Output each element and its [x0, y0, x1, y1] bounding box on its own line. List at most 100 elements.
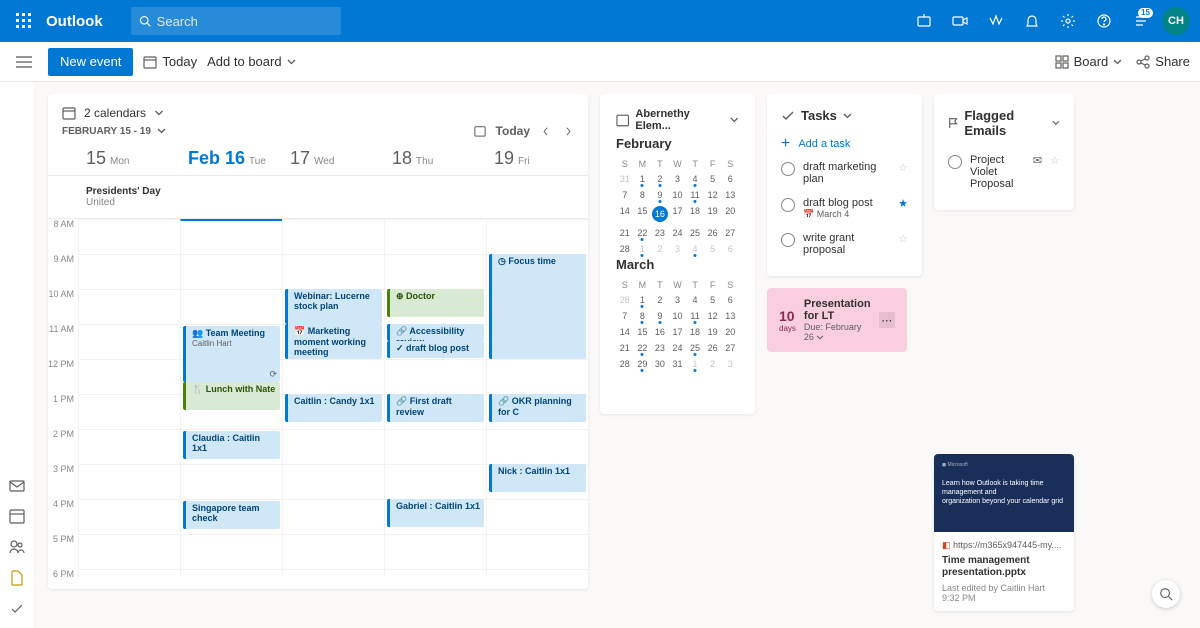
- calendar-day[interactable]: 21: [616, 340, 634, 356]
- calendar-day[interactable]: 2: [651, 241, 669, 257]
- files-icon[interactable]: [11, 570, 23, 586]
- zoom-icon[interactable]: [1152, 580, 1180, 608]
- add-task-button[interactable]: + Add a task: [781, 133, 908, 155]
- calendar-day[interactable]: 24: [669, 340, 687, 356]
- calendar-day[interactable]: 16: [651, 203, 669, 225]
- calendar-day[interactable]: 3: [721, 356, 739, 372]
- calendar-day[interactable]: 18: [686, 324, 704, 340]
- complete-circle[interactable]: [781, 162, 795, 176]
- calendar-day[interactable]: 3: [669, 292, 687, 308]
- calendar-day[interactable]: 28: [616, 356, 634, 372]
- calendar-day[interactable]: 5: [704, 241, 722, 257]
- calendar-day[interactable]: 3: [669, 241, 687, 257]
- calendar-day[interactable]: 4: [686, 292, 704, 308]
- calendar-day[interactable]: 20: [721, 203, 739, 225]
- calendar-day[interactable]: 8: [634, 187, 652, 203]
- calendar-event[interactable]: Singapore team check: [183, 501, 280, 529]
- chevron-down-icon[interactable]: [816, 335, 824, 340]
- calendar-day[interactable]: 1: [686, 356, 704, 372]
- calendar-day[interactable]: 19: [704, 203, 722, 225]
- calendar-day[interactable]: 13: [721, 187, 739, 203]
- calendar-day[interactable]: 27: [721, 225, 739, 241]
- calendar-day[interactable]: 1: [634, 292, 652, 308]
- calendar-day[interactable]: 11: [686, 187, 704, 203]
- mail-action-icon[interactable]: ✉: [1033, 154, 1042, 167]
- complete-circle[interactable]: [948, 155, 962, 169]
- calendar-day[interactable]: 15: [634, 203, 652, 225]
- calendar-rail-icon[interactable]: [9, 508, 25, 524]
- calendar-day[interactable]: 30: [651, 356, 669, 372]
- calendar-day[interactable]: 5: [704, 292, 722, 308]
- task-item[interactable]: draft marketing plan☆: [781, 155, 908, 191]
- calendar-day[interactable]: 19: [704, 324, 722, 340]
- calendar-day[interactable]: 23: [651, 225, 669, 241]
- calendar-event[interactable]: 🔗 Accessibility review: [387, 324, 484, 341]
- teams-icon[interactable]: [908, 5, 940, 37]
- todo-icon[interactable]: [10, 602, 24, 616]
- premium-icon[interactable]: [980, 5, 1012, 37]
- chevron-down-icon[interactable]: [843, 113, 852, 119]
- meet-now-icon[interactable]: [944, 5, 976, 37]
- calendar-day[interactable]: 27: [721, 340, 739, 356]
- app-launcher-icon[interactable]: [8, 5, 40, 37]
- calendar-day[interactable]: 22: [634, 340, 652, 356]
- calendar-day[interactable]: 26: [704, 225, 722, 241]
- task-item[interactable]: write grant proposal☆: [781, 226, 908, 262]
- calendar-day[interactable]: 14: [616, 324, 634, 340]
- calendar-day[interactable]: 25: [686, 225, 704, 241]
- calendar-day[interactable]: 6: [721, 171, 739, 187]
- calendar-day[interactable]: 10: [669, 187, 687, 203]
- board-view-button[interactable]: Board: [1055, 54, 1123, 69]
- allday-event[interactable]: Presidents' Day United: [78, 180, 180, 214]
- star-icon[interactable]: ★: [898, 197, 908, 210]
- calendar-day[interactable]: 2: [651, 292, 669, 308]
- calendar-day[interactable]: 24: [669, 225, 687, 241]
- calendar-picker[interactable]: 2 calendars: [84, 106, 146, 120]
- star-icon[interactable]: ☆: [898, 161, 908, 174]
- calendar-event[interactable]: Caitlin : Candy 1x1: [285, 394, 382, 422]
- calendar-day[interactable]: 9: [651, 308, 669, 324]
- calendar-day[interactable]: 26: [704, 340, 722, 356]
- calendar-day[interactable]: 14: [616, 203, 634, 225]
- calendar-day[interactable]: 31: [616, 171, 634, 187]
- calendar-event[interactable]: 📅 Marketing moment working meeting: [285, 324, 382, 359]
- day-column[interactable]: ◷ Focus time🔗 OKR planning for CNick : C…: [486, 219, 588, 577]
- nav-toggle-icon[interactable]: [10, 48, 38, 76]
- star-icon[interactable]: ☆: [1050, 154, 1060, 167]
- calendar-day[interactable]: 21: [616, 225, 634, 241]
- calendar-day[interactable]: 6: [721, 292, 739, 308]
- complete-circle[interactable]: [781, 198, 795, 212]
- calendar-event[interactable]: ✓ draft blog post: [387, 341, 484, 358]
- mail-icon[interactable]: [9, 480, 25, 492]
- calendar-day[interactable]: 15: [634, 324, 652, 340]
- calendar-day[interactable]: 5: [704, 171, 722, 187]
- day-column[interactable]: ⊕ Doctor 🔗 Accessibility review✓ draft bl…: [384, 219, 486, 577]
- minical-picker[interactable]: Abernethy Elem...: [635, 108, 724, 132]
- today-button[interactable]: Today: [143, 54, 197, 69]
- prev-icon[interactable]: [540, 127, 552, 136]
- share-button[interactable]: Share: [1136, 54, 1190, 69]
- calendar-day[interactable]: 8: [634, 308, 652, 324]
- calendar-event[interactable]: ⊕ Doctor: [387, 289, 484, 317]
- calendar-day[interactable]: 18: [686, 203, 704, 225]
- calendar-day[interactable]: 7: [616, 187, 634, 203]
- calendar-day[interactable]: 12: [704, 187, 722, 203]
- countdown-card[interactable]: 10 days Presentation for LT Due: Februar…: [767, 288, 907, 352]
- new-event-button[interactable]: New event: [48, 48, 133, 76]
- settings-icon[interactable]: [1052, 5, 1084, 37]
- notifications-icon[interactable]: [1016, 5, 1048, 37]
- calendar-day[interactable]: 23: [651, 340, 669, 356]
- avatar[interactable]: CH: [1160, 5, 1192, 37]
- search-input[interactable]: [157, 14, 333, 29]
- calendar-day[interactable]: 4: [686, 241, 704, 257]
- calendar-day[interactable]: 9: [651, 187, 669, 203]
- calendar-event[interactable]: 🍴 Lunch with Nate: [183, 382, 280, 410]
- calendar-day[interactable]: 2: [704, 356, 722, 372]
- calendar-day[interactable]: 12: [704, 308, 722, 324]
- complete-circle[interactable]: [781, 233, 795, 247]
- day-header[interactable]: Feb 16Tue: [180, 142, 282, 175]
- calendar-event[interactable]: 🔗 OKR planning for C: [489, 394, 586, 422]
- calendar-day[interactable]: 16: [651, 324, 669, 340]
- chevron-down-icon[interactable]: [154, 110, 164, 116]
- calendar-event[interactable]: Claudia : Caitlin 1x1: [183, 431, 280, 459]
